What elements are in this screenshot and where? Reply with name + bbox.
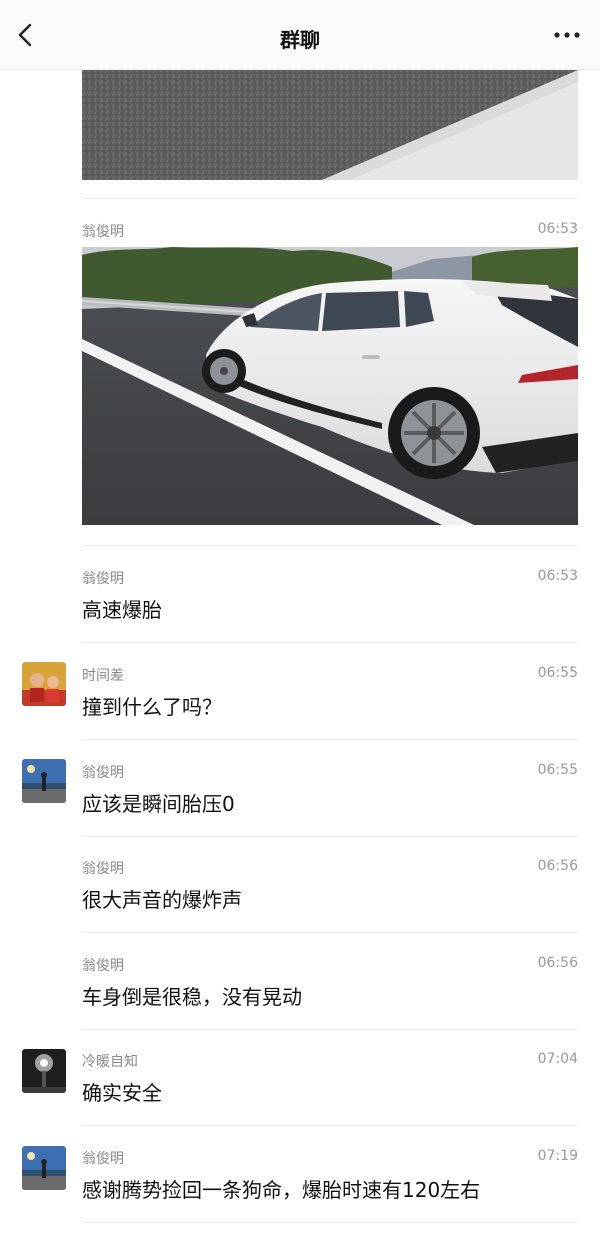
message-divider [82, 642, 578, 643]
message-divider [82, 932, 578, 933]
message-text: 感谢腾势捡回一条狗命，爆胎时速有120左右 [82, 1178, 481, 1202]
photo-car-on-highway[interactable] [82, 247, 578, 525]
avatar[interactable] [22, 1146, 66, 1190]
message-time: 06:56 [537, 955, 578, 971]
message-time: 07:19 [537, 1148, 578, 1164]
more-dots-icon[interactable] [554, 28, 580, 42]
sender-name: 翁俊明 [82, 958, 124, 974]
sender-name: 冷暖自知 [82, 1054, 138, 1070]
message-divider [82, 198, 578, 199]
message-divider [82, 739, 578, 740]
sender-name: 翁俊明 [82, 861, 124, 877]
sender-name: 翁俊明 [82, 1151, 124, 1167]
top-bar: 群聊 [0, 0, 600, 70]
message-time: 07:04 [537, 1051, 578, 1067]
message-divider [82, 1029, 578, 1030]
message-time: 06:55 [537, 665, 578, 681]
message-divider [82, 1222, 578, 1223]
sender-name: 翁俊明 [82, 765, 124, 781]
message-time: 06:53 [537, 221, 578, 237]
sender-name: 翁俊明 [82, 571, 124, 587]
message-text: 撞到什么了吗？ [82, 695, 222, 719]
message-time: 06:53 [537, 568, 578, 584]
message-text: 高速爆胎 [82, 598, 162, 622]
avatar[interactable] [22, 1049, 66, 1093]
message-text: 车身倒是很稳，没有晃动 [82, 985, 302, 1009]
sender-name: 翁俊明 [82, 224, 124, 240]
photo-asphalt[interactable] [82, 70, 578, 180]
page-title: 群聊 [280, 28, 320, 52]
avatar[interactable] [22, 759, 66, 803]
message-text: 应该是瞬间胎压0 [82, 792, 235, 816]
sender-name: 时间差 [82, 668, 124, 684]
message-divider [82, 836, 578, 837]
message-divider [82, 545, 578, 546]
message-time: 06:56 [537, 858, 578, 874]
message-time: 06:55 [537, 762, 578, 778]
message-text: 很大声音的爆炸声 [82, 888, 242, 912]
avatar[interactable] [22, 662, 66, 706]
message-text: 确实安全 [82, 1081, 162, 1105]
message-divider [82, 1125, 578, 1126]
